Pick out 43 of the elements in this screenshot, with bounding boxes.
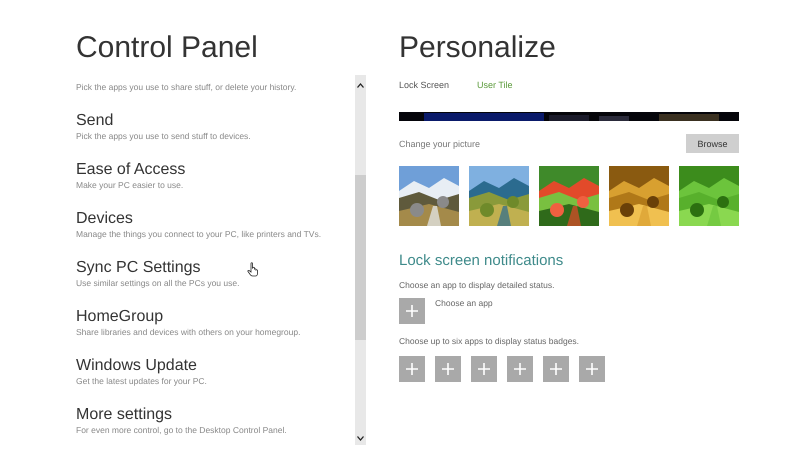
plus-icon xyxy=(442,363,454,375)
settings-item-title[interactable]: Ease of Access xyxy=(76,161,186,179)
section-title: Personalize xyxy=(399,30,556,66)
settings-item-description: Pick the apps you use to share stuff, or delete your history. xyxy=(76,81,296,93)
settings-item-description: Pick the apps you use to send stuff to devices. xyxy=(76,130,251,142)
settings-item-title[interactable]: HomeGroup xyxy=(76,308,164,326)
plus-icon xyxy=(478,363,490,375)
notifications-heading: Lock screen notifications xyxy=(399,252,564,270)
settings-item-description: Manage the things you connect to your PC, like printers and TVs. xyxy=(76,228,322,240)
settings-item-description: Get the latest updates for your PC. xyxy=(76,375,207,387)
scroll-down-icon[interactable] xyxy=(357,436,364,441)
add-badge-app-button[interactable] xyxy=(543,356,569,382)
scroll-up-icon[interactable] xyxy=(357,83,364,88)
settings-item-title[interactable]: Sync PC Settings xyxy=(76,259,200,277)
status-badges-prompt: Choose up to six apps to display status badges. xyxy=(399,336,580,346)
settings-item-title[interactable]: Windows Update xyxy=(76,357,197,375)
settings-item-description: Make your PC easier to use. xyxy=(76,179,184,191)
settings-item-title[interactable]: More settings xyxy=(76,406,172,424)
page-title: Control Panel xyxy=(76,30,258,66)
settings-item-title[interactable]: Send xyxy=(76,112,114,130)
plus-icon xyxy=(586,363,598,375)
settings-item-description: For even more control, go to the Desktop Control Panel. xyxy=(76,424,287,436)
hand-cursor-icon xyxy=(247,262,259,277)
scrollbar-thumb[interactable] xyxy=(355,174,366,340)
add-badge-app-button[interactable] xyxy=(435,356,461,382)
add-badge-app-button[interactable] xyxy=(471,356,497,382)
choose-app-label: Choose an app xyxy=(435,298,493,308)
plus-icon xyxy=(406,305,418,317)
add-badge-app-button[interactable] xyxy=(579,356,605,382)
settings-item-description: Share libraries and devices with others on your homegroup. xyxy=(76,326,300,338)
add-badge-app-button[interactable] xyxy=(507,356,533,382)
settings-item-description: Use similar settings on all the PCs you use. xyxy=(76,277,240,289)
plus-icon xyxy=(514,363,526,375)
tab[interactable]: Lock Screen xyxy=(399,80,450,90)
settings-item-title[interactable]: Devices xyxy=(76,210,133,228)
scrollbar[interactable] xyxy=(355,75,366,445)
add-app-button[interactable] xyxy=(399,298,425,324)
plus-icon xyxy=(550,363,562,375)
plus-icon xyxy=(406,363,418,375)
detailed-status-prompt: Choose an app to display detailed status. xyxy=(399,280,554,290)
browse-button[interactable]: Browse xyxy=(686,134,739,153)
change-picture-label: Change your picture xyxy=(399,138,480,148)
add-badge-app-button[interactable] xyxy=(399,356,425,382)
